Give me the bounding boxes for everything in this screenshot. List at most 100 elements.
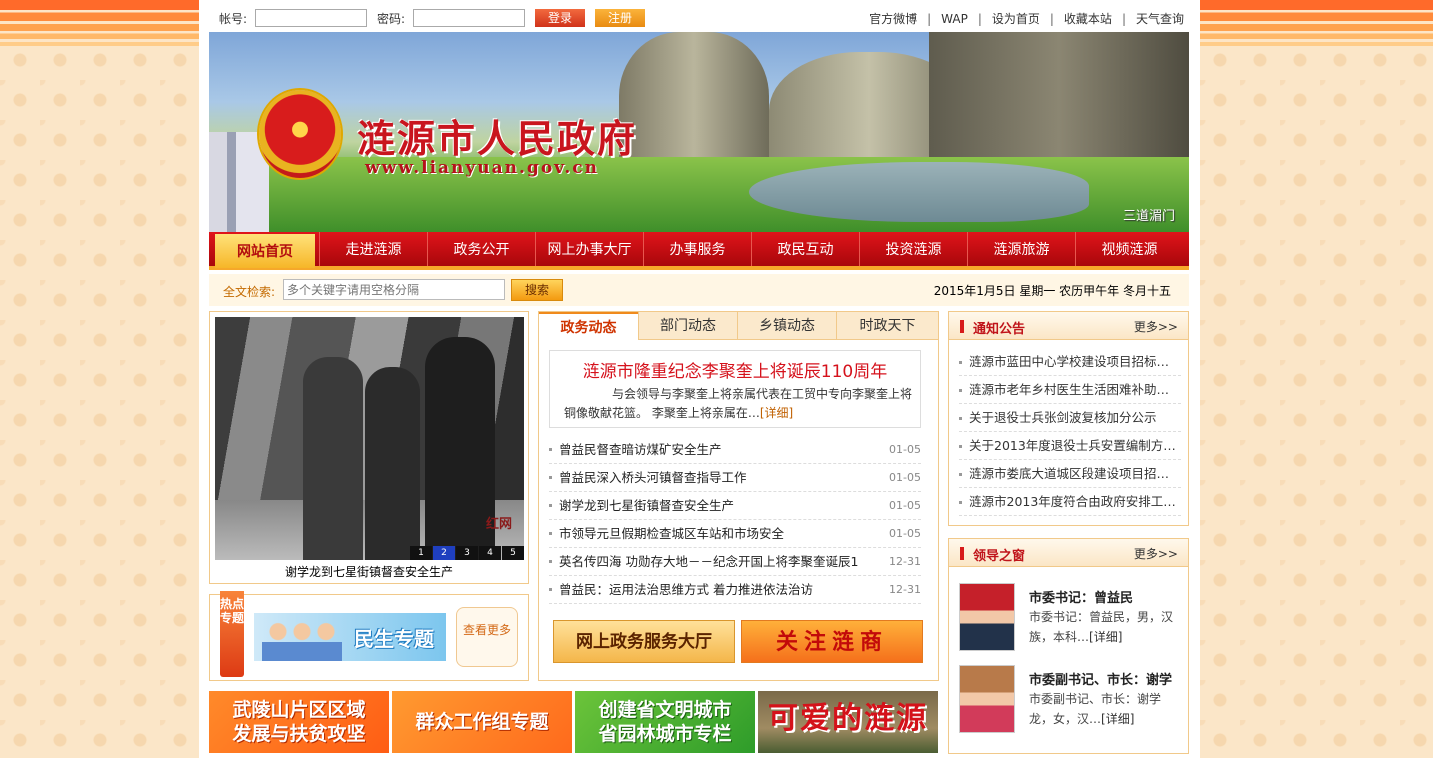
news-title[interactable]: 谢学龙到七星街镇督查安全生产 <box>559 492 859 519</box>
notice-more-link[interactable]: 更多>> <box>1134 318 1178 335</box>
notice-item[interactable]: 关于2013年度退役士兵安置编制方… <box>969 432 1181 459</box>
news-date: 01-05 <box>889 443 921 456</box>
bullet <box>549 588 552 591</box>
pager-button-4[interactable]: 4 <box>479 546 501 560</box>
news-list: 曾益民督查暗访煤矿安全生产 01-05 曾益民深入桥头河镇督查指导工作 01-05 … <box>549 436 921 604</box>
pager-button-3[interactable]: 3 <box>456 546 478 560</box>
wuling-poverty-banner[interactable]: 武陵山片区区域 发展与扶贫攻坚 <box>209 691 389 753</box>
account-input[interactable] <box>255 9 367 27</box>
nav-item-gov-affairs[interactable]: 政务公开 <box>427 232 535 266</box>
list-item[interactable]: 谢学龙到七星街镇督查安全生产 01-05 <box>549 492 921 520</box>
register-button[interactable]: 注册 <box>595 9 645 27</box>
notice-item[interactable]: 涟源市娄底大道城区段建设项目招… <box>969 460 1181 487</box>
nav-item-services[interactable]: 办事服务 <box>643 232 751 266</box>
leader-name[interactable]: 市委书记：曾益民 <box>1029 587 1133 606</box>
summary-text: 与会领导与李聚奎上将亲属代表在工贸中专向李聚奎上将铜像敬献花篮。 李聚奎上将亲属… <box>564 387 913 420</box>
news-title[interactable]: 曾益民督查暗访煤矿安全生产 <box>559 436 859 463</box>
list-item[interactable]: 涟源市蓝田中心学校建设项目招标… <box>959 348 1181 376</box>
notice-header: 通知公告 更多>> <box>949 312 1188 340</box>
header-banner: 涟源市人民政府 www.lianyuan.gov.cn 三道湄门 <box>209 32 1189 232</box>
nav-item-online-hall[interactable]: 网上办事大厅 <box>535 232 643 266</box>
bullet <box>959 417 962 420</box>
list-item[interactable]: 关于2013年度退役士兵安置编制方… <box>959 432 1181 460</box>
pager-button-5[interactable]: 5 <box>502 546 524 560</box>
nav-item-investment[interactable]: 投资涟源 <box>859 232 967 266</box>
leader-detail-link[interactable]: [详细] <box>1101 712 1134 726</box>
list-item[interactable]: 关于退役士兵张剑波复核加分公示 <box>959 404 1181 432</box>
view-more-button[interactable]: 查看更多 <box>456 607 518 667</box>
notice-item[interactable]: 涟源市老年乡村医生生活困难补助… <box>969 376 1181 403</box>
lovely-lianyuan-banner[interactable]: 可爱的涟源 <box>758 691 938 753</box>
news-tabs: 政务动态 部门动态 乡镇动态 时政天下 <box>539 312 938 341</box>
river <box>749 162 1089 222</box>
bullet <box>549 476 552 479</box>
login-button[interactable]: 登录 <box>535 9 585 27</box>
news-date: 01-05 <box>889 471 921 484</box>
bullet <box>549 448 552 451</box>
nav-item-about[interactable]: 走进涟源 <box>319 232 427 266</box>
separator: | <box>1049 12 1054 26</box>
national-emblem-icon <box>259 90 341 178</box>
list-item[interactable]: 曾益民督查暗访煤矿安全生产 01-05 <box>549 436 921 464</box>
list-item[interactable]: 涟源市2013年度符合由政府安排工… <box>959 488 1181 516</box>
leader-name[interactable]: 市委副书记、市长：谢学 <box>1029 669 1172 688</box>
notice-title: 通知公告 <box>973 322 1026 337</box>
leaders-title: 领导之窗 <box>973 549 1026 564</box>
weibo-link[interactable]: 官方微博 <box>869 12 917 26</box>
bookmark-link[interactable]: 收藏本站 <box>1064 12 1112 26</box>
lianyuan-business-banner[interactable]: 关注涟商 <box>741 620 923 663</box>
minsheng-banner-text: 民生专题 <box>354 627 434 651</box>
notice-list: 涟源市蓝田中心学校建设项目招标… 涟源市老年乡村医生生活困难补助… 关于退役士兵… <box>959 348 1181 516</box>
pager-button-1[interactable]: 1 <box>410 546 432 560</box>
pager-button-2[interactable]: 2 <box>433 546 455 560</box>
leaders-more-link[interactable]: 更多>> <box>1134 545 1178 562</box>
list-item[interactable]: 英名传四海 功勋存大地－－纪念开国上将李聚奎诞辰1… 12-31 <box>549 548 921 576</box>
tab-dept-news[interactable]: 部门动态 <box>638 312 737 340</box>
banner-line: 群众工作组专题 <box>415 711 549 733</box>
site-url: www.lianyuan.gov.cn <box>365 158 599 178</box>
list-item[interactable]: 涟源市娄底大道城区段建设项目招… <box>959 460 1181 488</box>
news-title[interactable]: 曾益民：运用法治思维方式 着力推进依法治访 <box>559 576 859 603</box>
news-title[interactable]: 市领导元旦假期检查城区车站和市场安全 <box>559 520 859 547</box>
news-photo[interactable]: 红网 1 2 3 4 5 <box>215 317 524 560</box>
civilized-city-banner[interactable]: 创建省文明城市 省园林城市专栏 <box>575 691 755 753</box>
nav-item-interaction[interactable]: 政民互动 <box>751 232 859 266</box>
news-title[interactable]: 英名传四海 功勋存大地－－纪念开国上将李聚奎诞辰1… <box>559 548 859 575</box>
password-input[interactable] <box>413 9 525 27</box>
tab-gov-news[interactable]: 政务动态 <box>539 312 638 341</box>
list-item[interactable]: 曾益民深入桥头河镇督查指导工作 01-05 <box>549 464 921 492</box>
page: 帐号: 密码: 登录 注册 官方微博 | WAP | 设为首页 | 收藏本站 | 天气查询 涟源… <box>199 0 1200 758</box>
notice-item[interactable]: 涟源市蓝田中心学校建设项目招标… <box>969 348 1181 375</box>
wap-link[interactable]: WAP <box>941 12 968 26</box>
online-service-hall-banner[interactable]: 网上政务服务大厅 <box>553 620 735 663</box>
tab-town-news[interactable]: 乡镇动态 <box>737 312 836 340</box>
photo-caption[interactable]: 谢学龙到七星街镇督查安全生产 <box>210 563 528 580</box>
headline-detail-link[interactable]: [详细] <box>760 406 793 420</box>
leaders-box: 领导之窗 更多>> 市委书记：曾益民 市委书记：曾益民，男，汉族，本科…[详细]… <box>948 538 1189 754</box>
leader-desc: 市委副书记、市长：谢学龙，女，汉…[详细] <box>1029 689 1179 729</box>
minsheng-topic-banner[interactable]: 民生专题 <box>254 613 446 661</box>
leader-avatar[interactable] <box>959 665 1015 733</box>
list-item[interactable]: 曾益民：运用法治思维方式 着力推进依法治访 12-31 <box>549 576 921 604</box>
tab-world-news[interactable]: 时政天下 <box>836 312 938 340</box>
leaders-header: 领导之窗 更多>> <box>949 539 1188 567</box>
headline-summary: 与会领导与李聚奎上将亲属代表在工贸中专向李聚奎上将铜像敬献花篮。 李聚奎上将亲属… <box>564 385 914 423</box>
search-button[interactable]: 搜索 <box>511 279 563 301</box>
notice-item[interactable]: 涟源市2013年度符合由政府安排工… <box>969 488 1181 515</box>
leader-avatar[interactable] <box>959 583 1015 651</box>
photo-person <box>303 357 363 560</box>
nav-item-tourism[interactable]: 涟源旅游 <box>967 232 1075 266</box>
weather-link[interactable]: 天气查询 <box>1136 12 1184 26</box>
list-item[interactable]: 涟源市老年乡村医生生活困难补助… <box>959 376 1181 404</box>
list-item[interactable]: 市领导元旦假期检查城区车站和市场安全 01-05 <box>549 520 921 548</box>
notice-item[interactable]: 关于退役士兵张剑波复核加分公示 <box>969 404 1181 431</box>
nav-item-video[interactable]: 视频涟源 <box>1075 232 1183 266</box>
nav-item-home[interactable]: 网站首页 <box>215 234 315 268</box>
search-input[interactable] <box>283 279 505 300</box>
leader-detail-link[interactable]: [详细] <box>1089 630 1122 644</box>
mass-work-banner[interactable]: 群众工作组专题 <box>392 691 572 753</box>
news-title[interactable]: 曾益民深入桥头河镇督查指导工作 <box>559 464 859 491</box>
set-homepage-link[interactable]: 设为首页 <box>992 12 1040 26</box>
headline-title[interactable]: 涟源市隆重纪念李聚奎上将诞辰110周年 <box>550 357 920 382</box>
bullet <box>959 361 962 364</box>
